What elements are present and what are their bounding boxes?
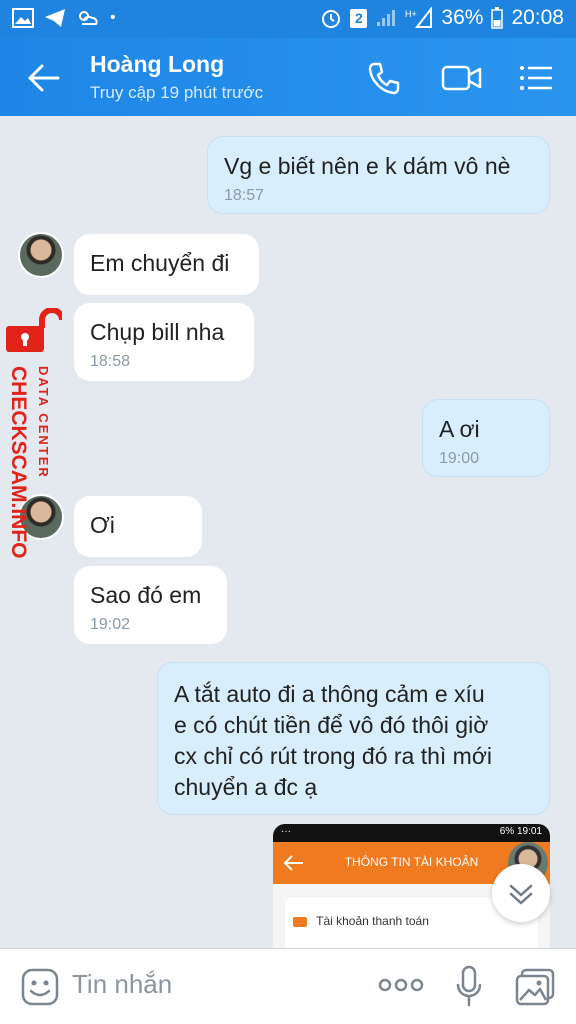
watermark-brand: CHECKSCAM.INFO — [7, 366, 30, 559]
status-bar: • 2 H+ 36% 20:08 — [0, 0, 576, 38]
message-line: chuyển a đc ạ — [174, 774, 318, 800]
gallery-icon[interactable] — [514, 967, 556, 1007]
message-text: A ơi — [439, 416, 480, 442]
phone-icon[interactable] — [364, 58, 404, 98]
image-icon — [12, 8, 34, 28]
message-text: Chụp bill nha — [90, 319, 225, 345]
message-text: Ơi — [90, 512, 115, 538]
message-text: Em chuyển đi — [90, 250, 230, 276]
microphone-icon[interactable] — [454, 965, 484, 1009]
back-arrow-icon[interactable] — [22, 58, 66, 98]
lock-icon — [6, 308, 62, 352]
scroll-to-bottom-button[interactable] — [492, 864, 550, 922]
last-seen-status: Truy cập 19 phút trước — [90, 83, 264, 102]
message-line: cx chỉ có rút trong đó ra thì mới — [174, 743, 493, 769]
battery-percent: 36% — [441, 6, 484, 29]
contact-name[interactable]: Hoàng Long — [90, 51, 224, 78]
thumbnail-status-bar: ··· 6% 19:01 — [273, 824, 550, 842]
message-time: 19:00 — [439, 450, 480, 467]
message-text: Sao đó em — [90, 582, 202, 608]
watermark: CHECKSCAM.INFO DATA CENTER — [2, 308, 62, 598]
signal-icon — [377, 10, 396, 26]
data-signal-icon: H+ — [405, 7, 433, 28]
message-bubble-outgoing[interactable]: Vg e biết nên e k dám vô nè 18:57 — [207, 136, 550, 214]
thumbnail-item-label: Tài khoản thanh toán — [316, 914, 429, 928]
more-icon[interactable] — [378, 977, 424, 993]
clock: 20:08 — [511, 6, 564, 29]
message-bubble-incoming[interactable]: Em chuyển đi — [74, 234, 259, 295]
watermark-subtitle: DATA CENTER — [36, 366, 51, 479]
message-time: 18:58 — [90, 353, 131, 370]
message-bubble-outgoing[interactable]: A ơi 19:00 — [422, 399, 550, 477]
message-composer: Tin nhắn — [0, 948, 576, 1024]
message-bubble-incoming[interactable]: Ơi — [74, 496, 202, 557]
weather-icon — [79, 11, 98, 25]
svg-text:H+: H+ — [405, 9, 417, 19]
message-line: A tắt auto đi a thông cảm e xíu — [174, 681, 485, 707]
message-bubble-outgoing[interactable]: A tắt auto đi a thông cảm e xíu e có chú… — [157, 662, 550, 815]
wallet-icon — [293, 916, 307, 927]
message-time: 19:02 — [90, 616, 131, 633]
message-text: Vg e biết nên e k dám vô nè — [224, 153, 511, 179]
battery-icon — [491, 7, 504, 29]
thumbnail-status-right: 6% 19:01 — [499, 826, 542, 837]
emoji-icon[interactable] — [20, 967, 60, 1007]
telegram-icon — [45, 9, 65, 27]
notification-dot: • — [110, 9, 116, 26]
video-icon[interactable] — [440, 58, 484, 98]
menu-icon[interactable] — [518, 58, 554, 98]
message-bubble-incoming[interactable]: Chụp bill nha 18:58 — [74, 303, 254, 381]
thumbnail-status-left: ··· — [281, 826, 291, 837]
message-input[interactable]: Tin nhắn — [72, 969, 172, 1000]
avatar[interactable] — [18, 232, 64, 278]
chevron-down-icon — [509, 884, 533, 905]
sim-badge: 2 — [350, 8, 368, 28]
message-line: e có chút tiền để vô đó thôi giờ — [174, 712, 489, 738]
message-bubble-incoming[interactable]: Sao đó em 19:02 — [74, 566, 227, 644]
message-time: 18:57 — [224, 187, 265, 204]
alarm-icon — [322, 10, 341, 28]
chat-header: Hoàng Long Truy cập 19 phút trước — [0, 38, 576, 116]
